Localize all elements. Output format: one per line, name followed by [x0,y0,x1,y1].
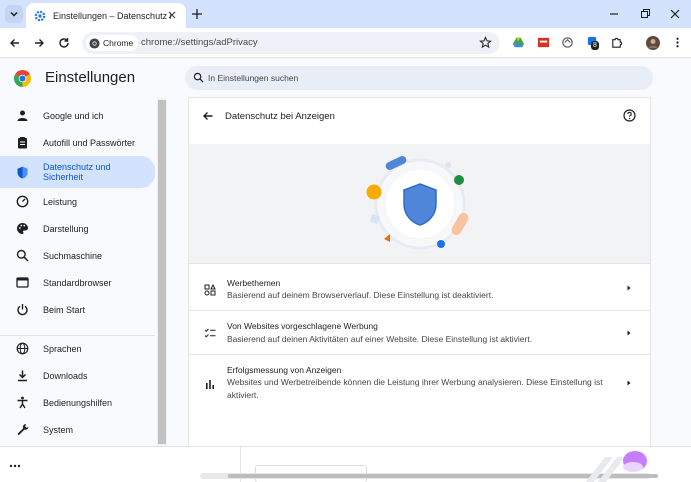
sidebar-item-label: Beim Start [43,304,86,315]
globe-icon [16,342,29,355]
chrome-logo-icon [14,70,31,87]
topics-icon [204,284,216,296]
star-icon[interactable] [479,36,492,49]
sidebar-item-label: System [43,424,74,435]
sidebar-item-autofill[interactable]: Autofill und Passwörter [0,129,155,156]
checklist-icon [204,328,216,338]
sidebar-item-search-engine[interactable]: Suchmaschine [0,242,155,269]
puzzle-icon[interactable] [610,36,623,49]
sidebar-item-languages[interactable]: Sprachen [0,335,155,362]
tab-title: Einstellungen – Datenschutz bei Anzeigen [53,10,171,21]
decorative-graphic-icon [585,451,647,482]
row-title: Von Websites vorgeschlagene Werbung [227,321,378,331]
palette-icon [17,223,28,234]
sidebar-item-label: Sprachen [43,343,82,354]
kebab-menu-icon[interactable] [671,36,684,49]
help-circle-icon[interactable] [623,109,636,122]
minimize-icon[interactable] [606,6,622,22]
sidebar-item-default-browser[interactable]: Standardbrowser [0,269,155,296]
new-tab-icon[interactable] [190,7,204,21]
bar-chart-icon [206,380,214,389]
settings-sidebar: Google und ich Autofill und Passwörter D… [0,98,168,446]
extension-badge-icon[interactable]: 8 [586,35,602,51]
clipboard-icon [18,137,27,149]
card-header: Datenschutz bei Anzeigen [189,98,650,144]
browser-icon [16,277,29,288]
arrow-right-icon[interactable] [32,36,46,50]
ad-privacy-illustration [189,144,650,263]
url-text[interactable]: chrome://settings/adPrivacy [141,37,258,48]
extension-badge: 8 [591,41,599,50]
sidebar-item-performance[interactable]: Leistung [0,188,155,215]
tab-strip: Einstellungen – Datenschutz bei Anzeigen [0,0,691,28]
settings-header: Einstellungen [0,59,691,98]
sidebar-item-system[interactable]: System [0,416,155,443]
close-icon[interactable] [166,9,178,21]
sidebar-item-label: Downloads [43,370,88,381]
chevron-down-icon [10,11,18,17]
address-bar[interactable]: Chrome chrome://settings/adPrivacy [82,32,500,54]
sidebar-item-label: Standardbrowser [43,277,112,288]
settings-search[interactable] [185,66,653,90]
sidebar-item-downloads[interactable]: Downloads [0,362,155,389]
row-description: Basierend auf deinem Browserverlauf. Die… [227,290,494,300]
sidebar-scrollbar-thumb[interactable] [158,100,166,444]
more-horizontal-icon[interactable] [8,459,22,473]
background-window-strip [0,446,691,482]
arrow-left-icon[interactable] [202,110,214,122]
window-close-icon[interactable] [667,6,683,22]
search-icon [193,72,204,83]
extension-gray-icon[interactable] [561,36,574,49]
sidebar-item-label: Darstellung [43,223,89,234]
sidebar-item-label: Autofill und Passwörter [43,137,136,148]
sidebar-item-on-startup[interactable]: Beim Start [0,296,155,323]
ad-privacy-card: Datenschutz bei Anzeigen Werbethemen Bas… [189,98,650,446]
chevron-right-icon [627,330,631,336]
settings-title: Einstellungen [45,69,136,86]
row-description: Basierend auf deinen Aktivitäten auf ein… [227,334,533,344]
avatar[interactable] [646,36,660,50]
arrow-left-icon[interactable] [8,36,22,50]
gear-icon [34,10,46,21]
chrome-icon [89,37,100,49]
reload-icon[interactable] [57,36,71,50]
download-icon [18,370,27,382]
shield-icon [17,166,28,178]
sidebar-item-appearance[interactable]: Darstellung [0,215,155,242]
google-drive-icon[interactable] [512,36,525,49]
sidebar-item-label: Leistung [43,196,78,207]
ad-topics-row[interactable]: Werbethemen Basierend auf deinem Browser… [189,263,650,310]
row-title: Werbethemen [227,278,281,288]
search-input[interactable] [208,71,608,85]
row-title: Erfolgsmessung von Anzeigen [227,365,342,375]
sidebar-item-accessibility[interactable]: Bedienungshilfen [0,389,155,416]
sidebar-item-label: Bedienungshilfen [43,397,113,408]
sidebar-item-google[interactable]: Google und ich [0,102,155,129]
chevron-right-icon [627,285,631,291]
accessibility-icon [17,396,28,409]
search-icon [16,249,29,262]
sidebar-item-privacy[interactable]: Datenschutz und Sicherheit [0,156,155,188]
active-tab[interactable]: Einstellungen – Datenschutz bei Anzeigen [26,3,186,28]
page-title: Datenschutz bei Anzeigen [225,111,335,122]
wrench-icon [17,424,29,436]
speedometer-icon [16,195,29,208]
row-description: Websites und Werbetreibende können die L… [227,377,603,400]
site-info-chip[interactable]: Chrome [86,35,139,51]
chip-label: Chrome [103,38,134,48]
restore-icon[interactable] [637,6,653,22]
sidebar-item-label: Google und ich [43,110,104,121]
site-suggested-ads-row[interactable]: Von Websites vorgeschlagene Werbung Basi… [189,310,650,354]
tab-search-button[interactable] [5,5,23,23]
chevron-right-icon [627,380,631,386]
shield-illustration-icon [366,156,469,250]
person-icon [17,110,28,121]
sidebar-item-label: Datenschutz und Sicherheit [43,162,111,182]
extension-red-icon[interactable] [537,36,550,49]
sidebar-item-label: Suchmaschine [43,250,103,261]
ad-measurement-row[interactable]: Erfolgsmessung von Anzeigen Websites und… [189,354,650,414]
power-icon [17,304,28,316]
